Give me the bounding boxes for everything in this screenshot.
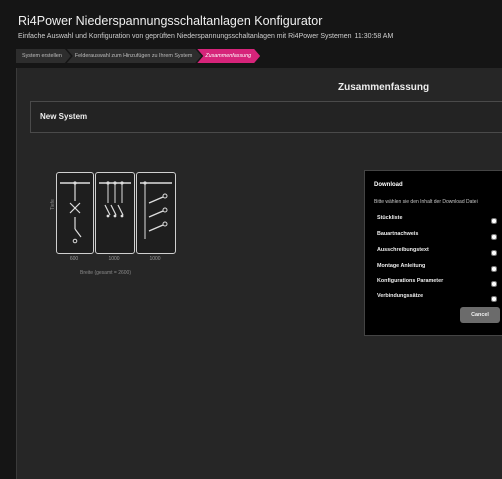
switchgear-diagram: 600 1000 1000 xyxy=(52,172,182,280)
cancel-button[interactable]: Cancel xyxy=(460,307,500,323)
cabinet-1000-a[interactable] xyxy=(95,172,135,254)
app-title: Ri4Power Niederspannungsschaltanlagen Ko… xyxy=(18,14,323,28)
switch-disconnector-icon xyxy=(60,181,90,244)
total-width-label: Breite (gesamt = 2600) xyxy=(80,270,131,276)
option-checkbox[interactable] xyxy=(491,234,497,240)
cabinet-width-label: 1000 xyxy=(108,256,120,262)
option-checkbox[interactable] xyxy=(491,218,497,224)
option-label: Stückliste xyxy=(377,215,403,221)
download-hint: Bitte wählen sie den Inhalt der Download… xyxy=(374,199,478,205)
wizard-steps: System erstellen Felderauswahl zum Hinzu… xyxy=(16,49,502,63)
cabinet-1000-b[interactable] xyxy=(136,172,176,254)
download-option: Ausschreibungstext xyxy=(377,247,501,257)
fuse-switch-icon xyxy=(99,181,131,218)
download-option: Bauartnachweis xyxy=(377,231,501,241)
cabinet-width-label: 1000 xyxy=(149,256,161,262)
option-label: Montage Anleitung xyxy=(377,263,426,269)
clock-time: 11:30:58 AM xyxy=(354,33,394,40)
cabinet-600[interactable] xyxy=(56,172,94,254)
option-label: Verbindungssätze xyxy=(377,293,424,299)
download-option: Montage Anleitung xyxy=(377,263,501,273)
wizard-step-zusammenfassung[interactable]: Zusammenfassung xyxy=(197,49,260,63)
download-dialog: Download Bitte wählen sie den Inhalt der… xyxy=(364,170,502,336)
download-option: Konfigurations Parameter xyxy=(377,278,501,288)
option-checkbox[interactable] xyxy=(491,266,497,272)
system-name: New System xyxy=(40,112,88,121)
wizard-step-felderauswahl[interactable]: Felderauswahl zum Hinzufügen zu Ihrem Sy… xyxy=(67,49,201,63)
option-checkbox[interactable] xyxy=(491,281,497,287)
circuit-breaker-icon xyxy=(140,181,172,239)
app-subtitle: Einfache Auswahl und Konfiguration von g… xyxy=(18,33,393,40)
option-checkbox[interactable] xyxy=(491,296,497,302)
option-label: Bauartnachweis xyxy=(377,231,419,237)
system-header[interactable]: New System xyxy=(30,101,502,133)
page-title: Zusammenfassung xyxy=(338,82,430,93)
option-checkbox[interactable] xyxy=(491,250,497,256)
download-title: Download xyxy=(374,182,403,188)
option-label: Konfigurations Parameter xyxy=(377,278,444,284)
subtitle-text: Einfache Auswahl und Konfiguration von g… xyxy=(18,33,352,40)
cabinet-width-label: 600 xyxy=(69,256,79,262)
download-option: Stückliste xyxy=(377,215,501,225)
download-option: Verbindungssätze xyxy=(377,293,501,303)
option-label: Ausschreibungstext xyxy=(377,247,429,253)
wizard-step-system-erstellen[interactable]: System erstellen xyxy=(16,49,71,63)
